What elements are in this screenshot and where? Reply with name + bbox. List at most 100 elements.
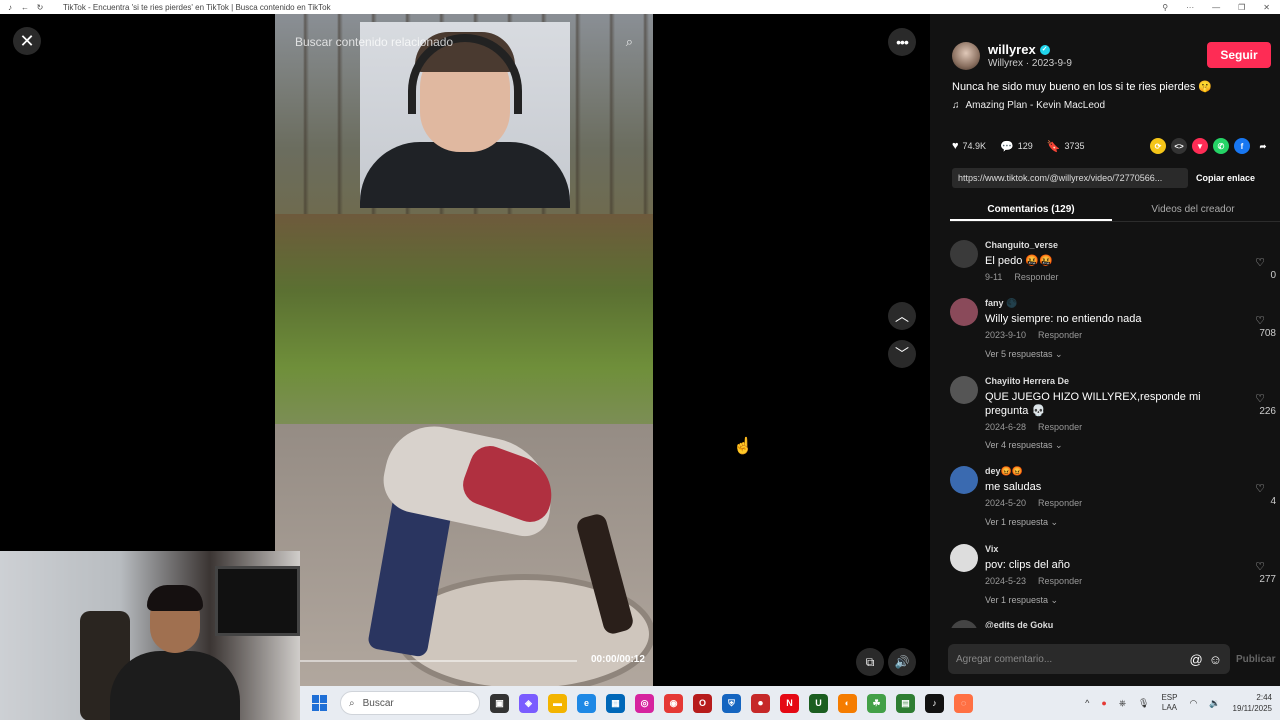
comment-avatar[interactable] xyxy=(950,240,978,268)
taskbar-search-label[interactable]: Buscar xyxy=(363,698,394,709)
comment-username[interactable]: Chayiito Herrera De xyxy=(985,376,1069,386)
volume-button[interactable]: 🔊 xyxy=(888,648,916,676)
comment-action[interactable]: 💬 129 xyxy=(1000,140,1033,153)
facebook-icon[interactable]: f xyxy=(1234,138,1250,154)
copilot-icon[interactable]: ◈ xyxy=(519,693,538,713)
tab-comments[interactable]: Comentarios (129) xyxy=(950,200,1112,221)
bookmark-icon[interactable]: 🔖 xyxy=(1047,140,1061,153)
emoji-icon[interactable]: ☺ xyxy=(1209,652,1222,667)
back-icon[interactable]: ← xyxy=(20,2,30,12)
comment-input[interactable]: Agregar comentario... @ ☺ xyxy=(948,644,1230,674)
file-explorer-icon[interactable]: ▬ xyxy=(548,693,567,713)
upwork-icon[interactable]: U xyxy=(809,693,828,713)
author-avatar[interactable] xyxy=(952,42,980,70)
active-app-icon[interactable]: ◌ xyxy=(954,693,973,713)
clock[interactable]: 2:44 19/11/2025 xyxy=(1233,692,1272,714)
reply-button[interactable]: Responder xyxy=(1014,272,1058,282)
shield-icon[interactable]: ⛨ xyxy=(722,693,741,713)
comment-username[interactable]: fany 🌑 xyxy=(985,298,1017,309)
minimize-button[interactable]: — xyxy=(1212,3,1220,12)
netflix-icon[interactable]: N xyxy=(780,693,799,713)
opera-icon[interactable]: O xyxy=(693,693,712,713)
publish-button[interactable]: Publicar xyxy=(1236,654,1275,665)
heart-icon[interactable]: ♥ xyxy=(952,140,959,152)
comment-like-icon[interactable]: ♡ xyxy=(1250,560,1270,573)
reload-icon[interactable]: ↻ xyxy=(35,2,45,12)
mention-icon[interactable]: @ xyxy=(1190,652,1203,667)
more-options-button[interactable]: ••• xyxy=(888,28,916,56)
chrome-icon[interactable]: ◉ xyxy=(664,693,683,713)
view-replies-label[interactable]: Ver 5 respuestas xyxy=(985,349,1053,359)
related-search-bar[interactable]: Buscar contenido relacionado ⌕ xyxy=(275,30,653,54)
wifi-icon[interactable]: ◠ xyxy=(1189,698,1197,709)
next-video-button[interactable]: ﹀ xyxy=(888,340,916,368)
close-window-button[interactable]: ✕ xyxy=(1263,3,1270,12)
comment-input-placeholder[interactable]: Agregar comentario... xyxy=(956,654,1184,665)
previous-video-button[interactable]: ︿ xyxy=(888,302,916,330)
menu-dots-icon[interactable]: ··· xyxy=(1186,3,1194,12)
whatsapp-icon[interactable]: ✆ xyxy=(1213,138,1229,154)
view-replies-button[interactable]: Ver 1 respuesta ⌄ xyxy=(985,517,1058,528)
tab-creator-videos[interactable]: Videos del creador xyxy=(1112,200,1274,221)
video-progress-bar[interactable] xyxy=(297,660,577,662)
comment-avatar[interactable] xyxy=(950,466,978,494)
music-title[interactable]: Amazing Plan - Kevin MacLeod xyxy=(966,100,1106,111)
network-icon[interactable]: ⎈ xyxy=(1119,698,1126,709)
comment-username[interactable]: Vix xyxy=(985,544,998,554)
taskbar-search[interactable]: ⌕ Buscar xyxy=(340,691,480,715)
recorder-icon[interactable]: ⏺ xyxy=(751,693,770,713)
instagram-icon[interactable]: ◎ xyxy=(635,693,654,713)
red-dot-icon[interactable]: ● xyxy=(1101,698,1106,708)
language-indicator[interactable]: ESP LAA xyxy=(1161,693,1177,713)
picture-in-picture-button[interactable]: ⧉ xyxy=(856,648,884,676)
restore-button[interactable]: ❐ xyxy=(1238,3,1245,12)
tiktok-icon[interactable]: ♪ xyxy=(925,693,944,713)
comment-like-icon[interactable]: ♡ xyxy=(1250,256,1270,269)
view-replies-label[interactable]: Ver 4 respuestas xyxy=(985,440,1053,450)
view-replies-button[interactable]: Ver 4 respuestas ⌄ xyxy=(985,440,1063,451)
author-name-row[interactable]: willyrex ✓ xyxy=(988,42,1050,57)
related-search-placeholder[interactable]: Buscar contenido relacionado xyxy=(295,35,626,49)
chevron-up-icon[interactable]: ^ xyxy=(1085,698,1089,708)
android-icon[interactable]: ☘ xyxy=(867,693,886,713)
music-row[interactable]: ♫ Amazing Plan - Kevin MacLeod xyxy=(952,100,1105,111)
search-icon[interactable]: ⌕ xyxy=(626,34,633,50)
windows-start-icon[interactable] xyxy=(312,695,328,711)
comment-icon[interactable]: 💬 xyxy=(1000,140,1014,153)
comment-username[interactable]: dey😡😡 xyxy=(985,466,1023,477)
comment-avatar[interactable] xyxy=(950,298,978,326)
comment-like-icon[interactable]: ♡ xyxy=(1250,482,1270,495)
comment-username[interactable]: @edits de Goku xyxy=(985,620,1053,628)
reply-button[interactable]: Responder xyxy=(1038,498,1082,508)
reply-button[interactable]: Responder xyxy=(1038,422,1082,432)
volume-icon[interactable]: 🔉 xyxy=(1209,698,1220,709)
view-replies-button[interactable]: Ver 1 respuesta ⌄ xyxy=(985,595,1058,606)
repost-icon[interactable]: ⟳ xyxy=(1150,138,1166,154)
comment-username[interactable]: Changuito_verse xyxy=(985,240,1058,250)
like-action[interactable]: ♥ 74.9K xyxy=(952,140,986,152)
task-view-icon[interactable]: ▣ xyxy=(490,693,509,713)
comment-avatar[interactable] xyxy=(950,544,978,572)
view-replies-label[interactable]: Ver 1 respuesta xyxy=(985,595,1048,605)
edge-icon[interactable]: e xyxy=(577,693,596,713)
save-action[interactable]: 🔖 3735 xyxy=(1047,140,1085,153)
send-icon[interactable]: ▼ xyxy=(1192,138,1208,154)
comment-avatar[interactable] xyxy=(950,376,978,404)
reply-button[interactable]: Responder xyxy=(1038,576,1082,586)
comment-avatar[interactable] xyxy=(950,620,978,628)
comment-like-icon[interactable]: ♡ xyxy=(1250,314,1270,327)
close-video-button[interactable]: ✕ xyxy=(13,27,41,55)
chrome-alt-icon[interactable]: ◐ xyxy=(838,693,857,713)
view-replies-label[interactable]: Ver 1 respuesta xyxy=(985,517,1048,527)
copy-link-button[interactable]: Copiar enlace xyxy=(1196,173,1255,183)
extensions-icon[interactable]: ⚲ xyxy=(1162,3,1168,12)
follow-button[interactable]: Seguir xyxy=(1207,42,1271,68)
reply-button[interactable]: Responder xyxy=(1038,330,1082,340)
video-link-field[interactable]: https://www.tiktok.com/@willyrex/video/7… xyxy=(952,168,1188,188)
mic-icon[interactable]: 🎙 xyxy=(1138,698,1149,709)
view-replies-button[interactable]: Ver 5 respuestas ⌄ xyxy=(985,349,1063,360)
store-icon[interactable]: ▦ xyxy=(606,693,625,713)
embed-code-icon[interactable]: <> xyxy=(1171,138,1187,154)
app-icon[interactable]: ▤ xyxy=(896,693,915,713)
share-arrow-icon[interactable]: ➦ xyxy=(1255,138,1271,154)
